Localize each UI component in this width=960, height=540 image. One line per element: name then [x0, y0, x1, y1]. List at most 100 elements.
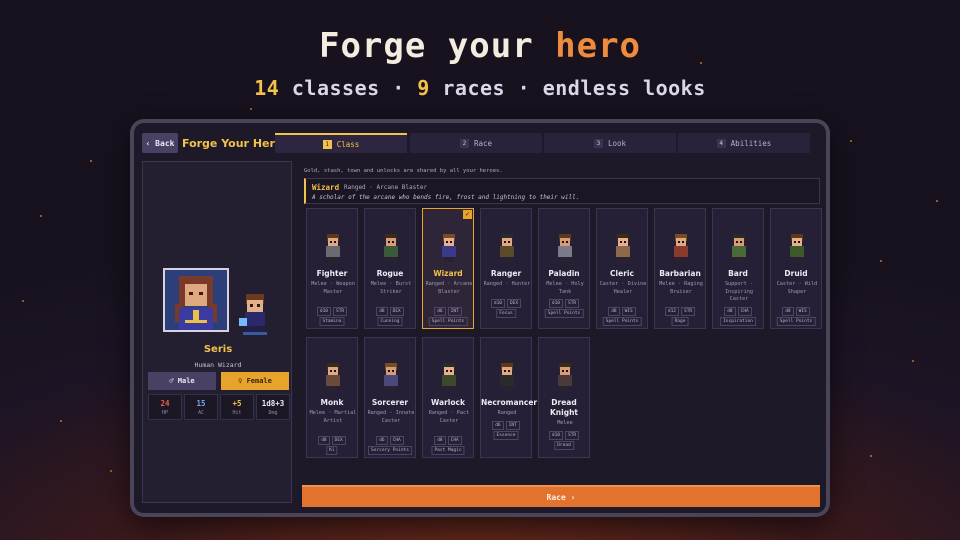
stat-value: 24	[160, 399, 170, 408]
resource-tag: Dread	[554, 440, 574, 450]
stat-tag: WIS	[621, 306, 636, 316]
class-sprite	[380, 233, 402, 263]
stat-label: Dmg	[268, 410, 278, 416]
class-card-ranger[interactable]: Ranger Ranged · Hunter d10 DEX Focus	[480, 208, 532, 329]
ember-particle	[936, 200, 938, 202]
stat-label: AC	[197, 410, 205, 416]
hit-die-tag: d10	[548, 430, 563, 440]
class-role: Caster · Wild Shaper	[776, 281, 818, 295]
class-name: Monk	[320, 398, 344, 407]
class-name: Druid	[784, 269, 808, 278]
class-sprite	[438, 233, 460, 263]
class-card-rogue[interactable]: Rogue Melee · Burst Striker d8 DEX Cunning	[364, 208, 416, 329]
class-tags: d8 CHA	[423, 435, 473, 445]
ember-particle	[880, 260, 882, 262]
tab-abilities[interactable]: 4 Abilities	[678, 133, 810, 153]
headline-accent: hero	[555, 26, 642, 66]
class-card-barbarian[interactable]: Barbarian Melee · Raging Bruiser d12 STR Rag…	[654, 208, 706, 329]
ember-particle	[90, 160, 92, 162]
tab-race[interactable]: 2 Race	[410, 133, 542, 153]
class-role: Melee · Raging Bruiser	[659, 281, 703, 295]
class-sprite	[496, 233, 518, 263]
class-role: Melee · Martial Artist	[309, 410, 357, 424]
hit-die-tag: d10	[490, 299, 505, 308]
hit-die-tag: d6	[492, 420, 504, 430]
class-card-fighter[interactable]: Fighter Melee · Weapon Master d10 STR Stamin…	[306, 208, 358, 329]
class-sprite	[380, 362, 402, 392]
class-card-wizard[interactable]: Wizard Ranged · Arcane Blaster d6 INT Spell …	[422, 208, 474, 329]
class-card-warlock[interactable]: Warlock Ranged · Pact Caster d8 CHA Pact Mag…	[422, 337, 474, 458]
stat-tag: DEX	[389, 306, 404, 316]
resource-tag: Stamina	[319, 316, 345, 326]
stat-tag: CHA	[389, 435, 404, 445]
class-tags: d8 CHA	[713, 306, 763, 316]
class-card-sorcerer[interactable]: Sorcerer Ranged · Innate Caster d6 CHA Sorce…	[364, 337, 416, 458]
class-tags: d8 WIS	[597, 306, 647, 316]
class-card-bard[interactable]: Bard Support · Inspiring Caster d8 CHA Inspi…	[712, 208, 764, 329]
class-tags: d10 STR	[539, 299, 589, 308]
ember-particle	[40, 215, 42, 217]
hit-die-tag: d6	[434, 306, 446, 316]
hit-die-tag: d8	[782, 306, 794, 316]
stat-tag: STR	[565, 430, 580, 440]
class-role: Melee · Weapon Master	[311, 281, 355, 295]
resource-tag: Pact Magic	[431, 445, 465, 455]
resource-tag: Focus	[496, 309, 516, 318]
tab-number: 1	[322, 139, 332, 149]
tab-label: Class	[336, 139, 360, 149]
stat-value: +5	[232, 399, 242, 408]
class-name: Rogue	[376, 269, 404, 278]
resource-tag: Essence	[493, 430, 519, 440]
selected-class-role: Ranged · Arcane Blaster	[344, 184, 428, 191]
back-button[interactable]: ‹ Back	[142, 133, 178, 153]
hit-die-tag: d10	[548, 299, 563, 308]
tab-class[interactable]: 1 Class	[275, 133, 407, 153]
checkmark-icon: ✓	[463, 210, 472, 219]
stat-tag: INT	[447, 306, 462, 316]
class-card-dread-knight[interactable]: Dread Knight Melee d10 STR Dread	[538, 337, 590, 458]
hero-name: Seris	[203, 344, 233, 355]
class-card-monk[interactable]: Monk Melee · Martial Artist d8 DEX Ki	[306, 337, 358, 458]
shared-progress-notice: Gold, stash, town and unlocks are shared…	[304, 168, 503, 174]
class-sprite	[786, 233, 808, 263]
class-sprite	[322, 233, 344, 263]
stat-value: 15	[196, 399, 206, 408]
hit-die-tag: d8	[434, 435, 446, 445]
ember-particle	[870, 455, 872, 457]
class-sprite	[728, 233, 750, 263]
class-sprite	[322, 362, 344, 392]
next-race-button[interactable]: Race ›	[302, 485, 820, 507]
resource-tag: Ki	[326, 445, 338, 455]
class-role: Melee · Holy Tank	[546, 281, 584, 295]
ember-particle	[22, 300, 24, 302]
resource-tag: Spell Points	[544, 309, 584, 318]
portrait-art	[165, 270, 227, 330]
stat-tag: STR	[565, 299, 580, 308]
female-button[interactable]: ♀ Female	[221, 372, 289, 390]
resource-tag: Rage	[671, 316, 689, 326]
tab-look[interactable]: 3 Look	[544, 133, 676, 153]
male-button[interactable]: ♂ Male	[148, 372, 216, 390]
class-card-druid[interactable]: Druid Caster · Wild Shaper d8 WIS Spell Poin…	[770, 208, 822, 329]
class-role: Ranged · Pact Caster	[428, 410, 470, 424]
ember-particle	[110, 470, 112, 472]
hero-preview-panel: Seris Human Wizard ♂ Male ♀ Female 24 HP…	[142, 161, 292, 503]
class-role: Melee · Burst Striker	[370, 281, 412, 295]
resource-tag: Spell Points	[602, 316, 642, 326]
class-name: Necromancer	[481, 398, 538, 407]
app-screen: ‹ Back Forge Your Hero 1 Class 2 Race 3 …	[134, 123, 826, 513]
class-card-necromancer[interactable]: Necromancer Ranged d6 INT Essence	[480, 337, 538, 458]
class-card-paladin[interactable]: Paladin Melee · Holy Tank d10 STR Spell Poin…	[538, 208, 590, 329]
stat-hp: 24 HP	[148, 394, 182, 420]
resource-tag: Sorcery Points	[368, 445, 412, 455]
resource-tag: Inspiration	[720, 316, 756, 326]
class-name: Dread Knight	[549, 398, 578, 417]
class-card-cleric[interactable]: Cleric Caster · Divine Healer d8 WIS Spell P…	[596, 208, 648, 329]
class-tags: d6 INT	[423, 306, 473, 316]
stat-tag: CHA	[447, 435, 462, 445]
class-name: Ranger	[490, 269, 522, 278]
hit-die-tag: d8	[376, 306, 388, 316]
class-tags: d8 DEX	[307, 435, 357, 445]
stat-ac: 15 AC	[184, 394, 218, 420]
class-name: Sorcerer	[371, 398, 409, 407]
